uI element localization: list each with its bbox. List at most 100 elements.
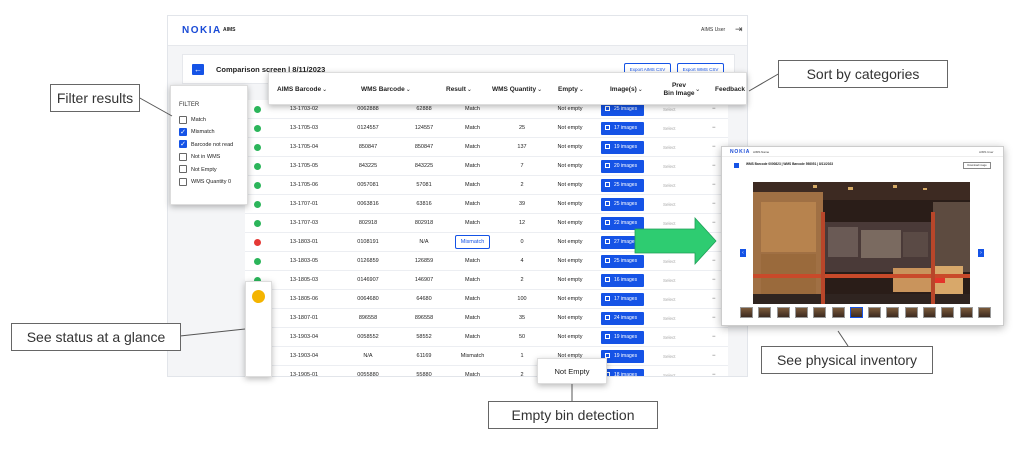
mismatch-button[interactable]: Mismatch [455, 235, 490, 249]
checkbox-checked-icon[interactable]: ✓ [179, 127, 187, 136]
table-row: 13-1903-04 0058552 58552 50 Not empty Match 19… [245, 328, 728, 347]
filter-option[interactable]: Not Empty [179, 165, 217, 175]
prev-bin-select[interactable]: Select [663, 290, 676, 309]
feedback-cell[interactable]: − [712, 119, 716, 138]
thumbnail[interactable] [740, 307, 753, 318]
image-count-label: 19 images [614, 353, 638, 359]
filter-option[interactable]: Not in WMS [179, 152, 220, 162]
feedback-cell[interactable]: − [712, 252, 716, 271]
view-images-button[interactable]: 22 images [601, 217, 644, 230]
image-count-label: 19 images [614, 144, 638, 150]
checkbox-icon[interactable] [179, 115, 187, 124]
filter-option[interactable]: WMS Quantity 0 [179, 177, 231, 187]
viewer-app-name: AIMS Name [753, 150, 770, 154]
view-images-button[interactable]: 20 images [601, 160, 644, 173]
prev-bin-select[interactable]: Select [663, 347, 676, 366]
cell-aims-barcode: 13-1707-01 [289, 201, 319, 207]
view-images-button[interactable]: 19 images [601, 350, 644, 363]
prev-bin-select[interactable]: Select [663, 119, 676, 138]
prev-bin-select[interactable]: Select [663, 366, 676, 376]
chevron-down-icon: ⌄ [578, 87, 584, 93]
feedback-cell[interactable]: − [712, 328, 716, 347]
viewer-user[interactable]: AIMS User [979, 150, 994, 154]
cell-empty-status: Not empty [557, 296, 583, 302]
thumbnail[interactable] [941, 307, 955, 318]
view-images-button[interactable]: 27 images [601, 236, 644, 249]
view-images-button[interactable]: 17 images [601, 122, 644, 135]
feedback-cell[interactable]: − [712, 138, 716, 157]
filter-option[interactable]: ✓ Mismatch [179, 127, 215, 137]
cell-result: Match [465, 372, 480, 377]
empty-status-popup[interactable]: Not Empty [537, 358, 607, 384]
thumbnail[interactable] [813, 307, 827, 318]
sort-result[interactable]: Result⌄ [446, 73, 472, 106]
thumbnail[interactable] [868, 307, 882, 318]
view-images-button[interactable]: 18 images [601, 369, 644, 376]
prev-bin-select[interactable]: Select [663, 138, 676, 157]
thumbnail[interactable] [977, 307, 991, 318]
prev-bin-select[interactable]: Select [663, 176, 676, 195]
sort-wms-quantity[interactable]: WMS Quantity⌄ [492, 73, 542, 106]
sort-aims-barcode[interactable]: AIMS Barcode⌄ [277, 73, 327, 106]
feedback-cell[interactable]: − [712, 195, 716, 214]
feedback-cell[interactable]: − [712, 271, 716, 290]
view-images-button[interactable]: 19 images [601, 141, 644, 154]
viewer-download-button[interactable]: Download image [963, 162, 991, 169]
view-images-button[interactable]: 19 images [601, 331, 644, 344]
feedback-cell[interactable]: − [712, 233, 716, 252]
thumbnail[interactable] [886, 307, 900, 318]
cell-wms-barcode: 802918 [358, 220, 378, 226]
cell-result: Match [465, 125, 480, 131]
thumbnail[interactable] [758, 307, 772, 318]
sort-empty[interactable]: Empty⌄ [558, 73, 584, 106]
prev-bin-select[interactable]: Select [663, 233, 676, 252]
thumbnail[interactable] [794, 307, 808, 318]
sortable-column-header: AIMS Barcode⌄ WMS Barcode⌄ Result⌄ WMS Q… [268, 72, 747, 105]
user-menu[interactable]: AIMS User [701, 27, 725, 33]
prev-bin-select[interactable]: Select [663, 214, 676, 233]
prev-bin-select[interactable]: Select [663, 195, 676, 214]
image-icon [605, 352, 610, 358]
view-images-button[interactable]: 25 images [601, 198, 644, 211]
view-images-button[interactable]: 16 images [601, 274, 644, 287]
prev-bin-select[interactable]: Select [663, 328, 676, 347]
checkbox-icon[interactable] [179, 165, 187, 174]
view-images-button[interactable]: 25 images [601, 179, 644, 192]
view-images-button[interactable]: 24 images [601, 312, 644, 325]
viewer-next-button[interactable]: › [978, 249, 984, 257]
checkbox-icon[interactable] [179, 177, 187, 186]
filter-option[interactable]: Match [179, 115, 206, 125]
prev-bin-select[interactable]: Select [663, 271, 676, 290]
thumbnail[interactable] [959, 307, 973, 318]
thumbnail[interactable] [904, 307, 918, 318]
cell-wms-barcode: 0108191 [357, 239, 379, 245]
sort-prev-bin-image[interactable]: Prev Bin Image [661, 82, 697, 98]
thumbnail[interactable] [776, 307, 790, 318]
logout-icon[interactable]: ⇥ [735, 24, 743, 35]
feedback-cell[interactable]: − [712, 309, 716, 328]
view-images-button[interactable]: 17 images [601, 293, 644, 306]
thumbnail[interactable] [849, 307, 863, 318]
viewer-prev-button[interactable]: ‹ [740, 249, 746, 257]
sort-images[interactable]: Image(s)⌄ [610, 73, 643, 106]
sort-wms-barcode[interactable]: WMS Barcode⌄ [361, 73, 411, 106]
feedback-cell[interactable]: − [712, 214, 716, 233]
feedback-cell[interactable]: − [712, 290, 716, 309]
prev-bin-select[interactable]: Select [663, 252, 676, 271]
filter-option[interactable]: ✓ Barcode not read [179, 140, 233, 150]
view-images-button[interactable]: 25 images [601, 255, 644, 268]
feedback-cell[interactable]: − [712, 176, 716, 195]
chevron-down-icon[interactable]: ⌄ [695, 73, 700, 106]
feedback-cell[interactable]: − [712, 157, 716, 176]
thumbnail[interactable] [923, 307, 936, 318]
feedback-cell[interactable]: − [712, 347, 716, 366]
viewer-back-button[interactable] [734, 163, 739, 168]
checkbox-checked-icon[interactable]: ✓ [179, 140, 187, 149]
prev-bin-select[interactable]: Select [663, 157, 676, 176]
feedback-cell[interactable]: − [712, 366, 716, 376]
filter-panel: FILTER Match ✓ Mismatch ✓ Barcode not read No… [170, 85, 248, 205]
prev-bin-select[interactable]: Select [663, 309, 676, 328]
thumbnail[interactable] [831, 307, 845, 318]
checkbox-icon[interactable] [179, 152, 187, 161]
back-button[interactable]: ← [192, 64, 204, 75]
